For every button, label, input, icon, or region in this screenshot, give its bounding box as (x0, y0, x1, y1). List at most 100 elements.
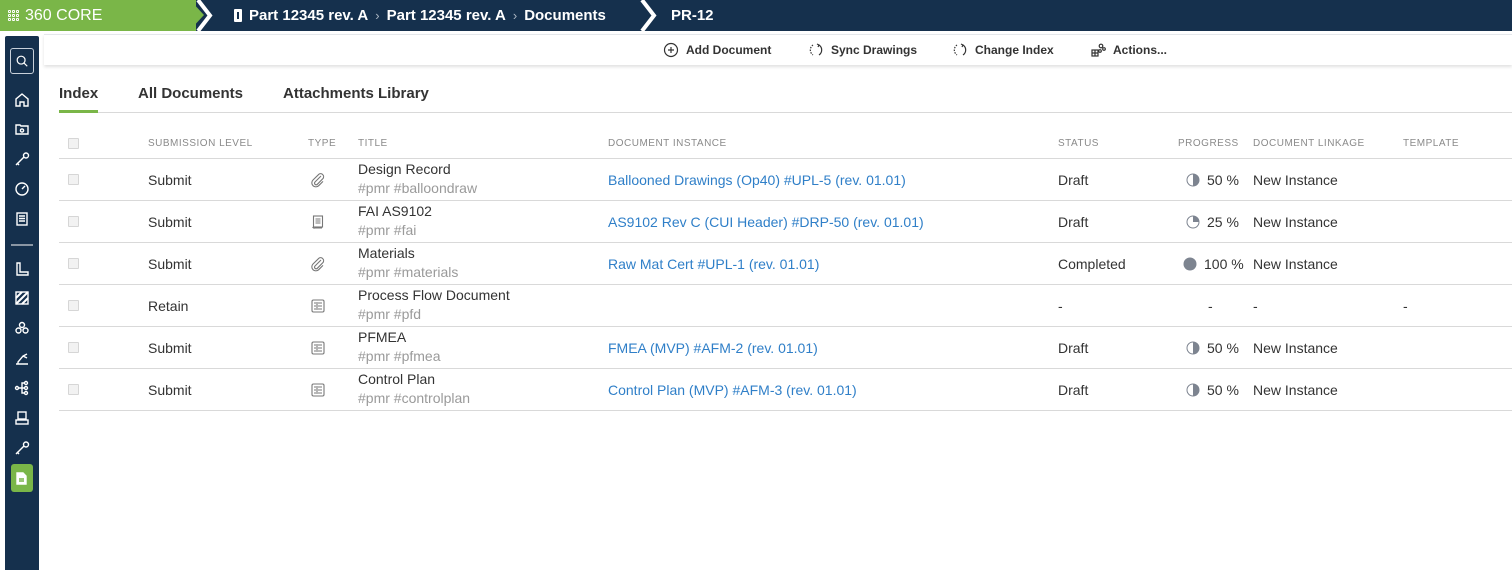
sidebar-item-documents-list[interactable] (11, 208, 33, 230)
sidebar-item-documents-active[interactable] (11, 464, 33, 492)
brand-label: 360 CORE (25, 6, 103, 24)
header-title[interactable]: TITLE (358, 138, 388, 149)
breadcrumb-separator-icon (196, 0, 213, 31)
table-row[interactable]: Retain Process Flow Document #pmr #pfd -… (59, 285, 1512, 327)
hatch-pattern-icon (15, 291, 29, 305)
header-document-instance[interactable]: DOCUMENT INSTANCE (608, 138, 727, 149)
sidebar-item-components[interactable] (11, 317, 33, 339)
sidebar-divider (11, 244, 33, 246)
document-title: FAI AS9102 (358, 203, 432, 219)
folder-icon (15, 124, 29, 135)
submission-level: Submit (148, 256, 192, 272)
breadcrumb-item-part[interactable]: Part 12345 rev. A (249, 7, 368, 24)
sidebar-item-gauge-tool[interactable] (11, 148, 33, 170)
sidebar-item-measurement[interactable] (11, 258, 33, 280)
top-bar: 360 CORE Part 12345 rev. A › Part 12345 … (0, 0, 1512, 31)
template: - (1403, 298, 1408, 314)
actions-icon (1091, 43, 1106, 57)
breadcrumb-separator-icon (640, 0, 657, 31)
ruler-icon (16, 262, 29, 276)
tab-attachments-library[interactable]: Attachments Library (283, 85, 429, 113)
progress-pie-icon (1186, 341, 1200, 355)
actions-menu-button[interactable]: Actions... (1090, 35, 1167, 65)
table-row[interactable]: Submit Materials #pmr #materials Raw Mat… (59, 243, 1512, 285)
documents-icon (16, 472, 27, 485)
sidebar-item-gauges[interactable] (11, 437, 33, 459)
flow-tree-icon (14, 380, 29, 396)
header-submission-level[interactable]: SUBMISSION LEVEL (148, 138, 253, 149)
sidebar-item-dashboard[interactable] (11, 178, 33, 200)
row-checkbox[interactable] (68, 342, 79, 353)
header-template[interactable]: TEMPLATE (1403, 138, 1459, 149)
list-document-icon (310, 340, 326, 356)
submission-level: Submit (148, 382, 192, 398)
sync-drawings-button[interactable]: Sync Drawings (808, 35, 917, 65)
sidebar-item-process-flow[interactable] (11, 377, 33, 399)
sync-icon (953, 43, 967, 56)
submission-level: Retain (148, 298, 189, 314)
document-tags: #pmr #pfmea (358, 348, 441, 364)
document-tags: #pmr #balloondraw (358, 180, 478, 196)
document-list-icon (16, 212, 28, 226)
document-instance-link[interactable]: FMEA (MVP) #AFM-2 (rev. 01.01) (608, 340, 818, 356)
tab-index[interactable]: Index (59, 85, 99, 113)
sidebar (5, 36, 39, 570)
progress-pie-icon (1183, 257, 1197, 271)
status: Completed (1058, 256, 1126, 272)
actions-label: Actions... (1113, 43, 1168, 57)
part-icon (234, 9, 242, 22)
table-row[interactable]: Submit PFMEA #pmr #pfmea FMEA (MVP) #AFM… (59, 327, 1512, 369)
document-title: PFMEA (358, 329, 407, 345)
progress-pie-icon (1186, 215, 1200, 229)
document-title: Materials (358, 245, 415, 261)
progress: 50 % (1186, 340, 1239, 356)
change-index-button[interactable]: Change Index (952, 35, 1054, 65)
chevron-right-icon: › (512, 8, 518, 23)
chevron-right-icon: › (375, 8, 380, 23)
sidebar-item-machine[interactable] (11, 407, 33, 429)
document-tags: #pmr #materials (358, 264, 459, 280)
select-all-checkbox[interactable] (68, 138, 79, 149)
speedometer-icon (15, 182, 29, 196)
header-progress[interactable]: PROGRESS (1178, 138, 1239, 149)
progress-label: 25 % (1207, 214, 1239, 230)
sidebar-item-robotics[interactable] (11, 347, 33, 369)
table-row[interactable]: Submit FAI AS9102 #pmr #fai AS9102 Rev C… (59, 201, 1512, 243)
header-status[interactable]: STATUS (1058, 138, 1099, 149)
paperclip-icon (310, 256, 326, 272)
list-document-icon (310, 298, 326, 314)
document-instance-link[interactable]: Control Plan (MVP) #AFM-3 (rev. 01.01) (608, 382, 857, 398)
add-document-button[interactable]: Add Document (663, 35, 771, 65)
table-row[interactable]: Submit Control Plan #pmr #controlplan Co… (59, 369, 1512, 411)
sidebar-item-folder[interactable] (11, 118, 33, 140)
sidebar-item-home[interactable] (11, 89, 33, 111)
progress: 50 % (1186, 172, 1239, 188)
document-tags: #pmr #fai (358, 222, 417, 238)
machine-icon (15, 411, 29, 425)
robot-arm-icon (16, 353, 28, 365)
table-row[interactable]: Submit Design Record #pmr #balloondraw B… (59, 159, 1512, 201)
header-document-linkage[interactable]: DOCUMENT LINKAGE (1253, 138, 1365, 149)
sidebar-search-button[interactable] (10, 48, 34, 74)
tab-all-documents[interactable]: All Documents (138, 85, 243, 113)
search-icon (16, 55, 28, 67)
document-instance-link[interactable]: Ballooned Drawings (Op40) #UPL-5 (rev. 0… (608, 172, 906, 188)
document-instance-link[interactable]: Raw Mat Cert #UPL-1 (rev. 01.01) (608, 256, 819, 272)
document-linkage: New Instance (1253, 256, 1338, 272)
sidebar-item-hatch[interactable] (11, 287, 33, 309)
caliper-icon (15, 441, 30, 455)
row-checkbox[interactable] (68, 216, 79, 227)
document-instance-link[interactable]: AS9102 Rev C (CUI Header) #DRP-50 (rev. … (608, 214, 924, 230)
row-checkbox[interactable] (68, 384, 79, 395)
progress-pie-icon (1186, 173, 1200, 187)
progress-label: 100 % (1204, 256, 1244, 272)
row-checkbox[interactable] (68, 174, 79, 185)
breadcrumb-item-documents[interactable]: Documents (524, 7, 606, 24)
breadcrumb-item-part-rev[interactable]: Part 12345 rev. A (387, 7, 506, 24)
progress: 100 % (1183, 256, 1244, 272)
row-checkbox[interactable] (68, 300, 79, 311)
record-id: PR-12 (671, 7, 714, 24)
row-checkbox[interactable] (68, 258, 79, 269)
header-type[interactable]: TYPE (308, 138, 336, 149)
brand-home-link[interactable]: 360 CORE (0, 0, 196, 31)
